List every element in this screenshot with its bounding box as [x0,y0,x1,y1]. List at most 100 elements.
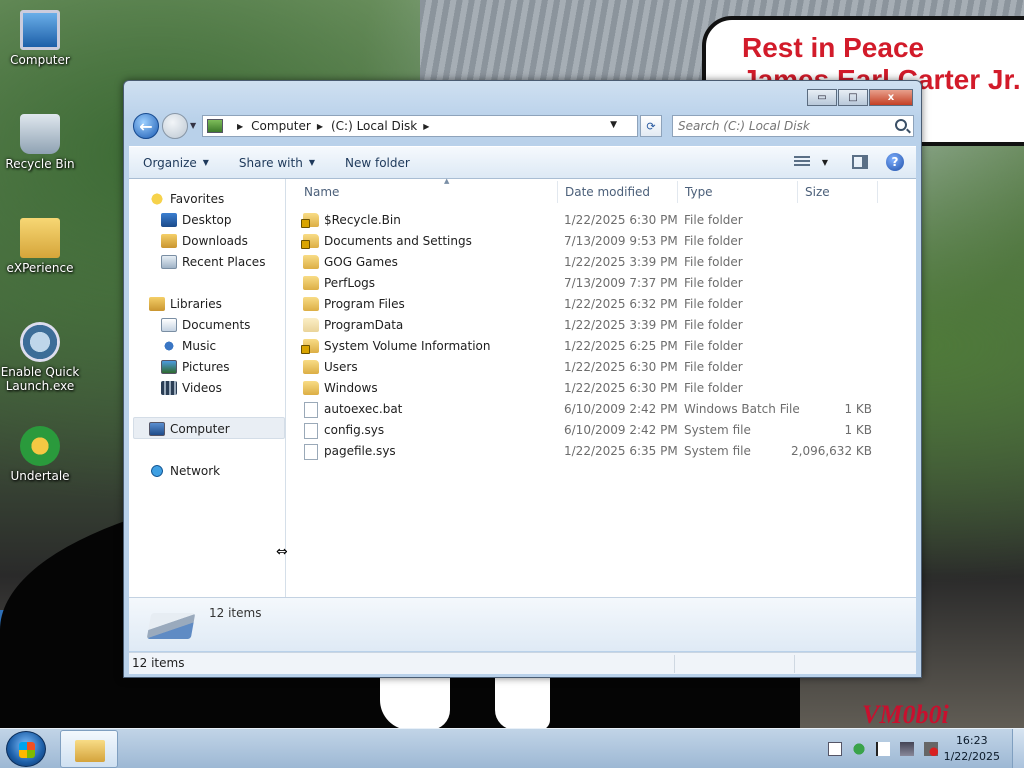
file-name: Documents and Settings [324,234,472,248]
recent-pages-dropdown[interactable]: ▼ [190,121,198,130]
desktop-icon-computer[interactable]: Computer [0,10,80,67]
file-row[interactable]: Windows 1/22/2025 6:30 PM File folder [287,378,916,399]
view-options-icon[interactable] [793,156,810,168]
share-with-button[interactable]: Share with ▼ [239,156,315,170]
explorer-window[interactable]: ▭ □ x ← ▼ ▶ Computer ▶ (C:) Local Disk ▶… [123,80,922,678]
file-row[interactable]: Users 1/22/2025 6:30 PM File folder [287,357,916,378]
refresh-button[interactable]: ⟳ [640,115,662,137]
address-bar[interactable]: ▶ Computer ▶ (C:) Local Disk ▶ ▼ [202,115,638,137]
file-row[interactable]: GOG Games 1/22/2025 3:39 PM File folder [287,252,916,273]
taskbar-explorer-button[interactable] [60,730,118,768]
chevron-down-icon[interactable]: ▼ [822,158,828,167]
clock[interactable]: 16:23 1/22/2025 [944,733,1000,765]
desktop-icon-undertale[interactable]: Undertale [0,426,80,483]
status-separator [794,655,795,673]
nav-item-downloads[interactable]: Downloads [161,231,248,251]
nav-item-label: Documents [182,318,251,332]
file-type: File folder [684,234,743,248]
wallpaper-leg-right [495,678,550,730]
sort-ascending-icon: ▲ [444,177,450,185]
file-size: 1 KB [844,402,872,416]
details-item-count: 12 items [209,606,262,620]
file-row[interactable]: pagefile.sys 1/22/2025 6:35 PM System file… [287,441,916,462]
taskbar: 16:23 1/22/2025 [0,728,1024,768]
column-separator[interactable] [557,181,558,203]
recent-places-icon [161,255,177,269]
details-pane: 12 items [129,597,916,651]
file-row[interactable]: ProgramData 1/22/2025 3:39 PM File folder [287,315,916,336]
help-icon[interactable]: ? [886,153,904,171]
clock-date: 1/22/2025 [943,750,1000,763]
desktop-icon-label: Recycle Bin [5,157,75,171]
file-row[interactable]: Program Files 1/22/2025 6:32 PM File folde… [287,294,916,315]
desktop-icon-experience[interactable]: eXPerience [0,218,80,275]
column-header-size[interactable]: Size [805,179,875,205]
address-dropdown-icon[interactable]: ▼ [610,120,617,130]
clock-time: 16:23 [955,734,988,747]
nav-item-documents[interactable]: Documents [161,315,250,335]
file-row[interactable]: System Volume Information 1/22/2025 6:25 … [287,336,916,357]
action-center-flag-icon[interactable] [876,742,890,756]
chevron-right-icon[interactable]: ▶ [317,122,323,131]
nav-item-network[interactable]: Network [149,461,220,481]
file-row[interactable]: autoexec.bat 6/10/2009 2:42 PM Windows Bat… [287,399,916,420]
new-folder-button[interactable]: New folder [345,156,410,170]
search-input[interactable] [673,116,885,136]
search-icon[interactable] [895,119,907,131]
nav-item-pictures[interactable]: Pictures [161,357,230,377]
preview-pane-icon[interactable] [852,155,868,169]
maximize-button[interactable]: □ [838,89,868,106]
column-header-type[interactable]: Type [685,179,795,205]
column-separator[interactable] [877,181,878,203]
column-header-date[interactable]: Date modified [565,179,675,205]
file-type: File folder [684,318,743,332]
wallpaper-watermark: VM0b0i [862,700,949,729]
nav-item-music[interactable]: Music [161,336,216,356]
desktop-icon-label: Enable Quick Launch.exe [0,365,80,393]
breadcrumb-computer[interactable]: Computer [251,119,311,133]
desktop-icon-enable-quick-launch[interactable]: Enable Quick Launch.exe [0,322,80,393]
file-row[interactable]: Documents and Settings 7/13/2009 9:53 PM F… [287,231,916,252]
nav-item-libraries[interactable]: Libraries [149,294,222,314]
chevron-right-icon[interactable]: ▶ [237,122,243,131]
organize-label: Organize [143,155,197,170]
document-tray-icon[interactable] [828,742,842,756]
forward-button[interactable] [162,113,188,139]
column-header-name[interactable]: ▲ Name [304,177,554,205]
security-shield-icon[interactable] [852,742,866,756]
nav-item-desktop[interactable]: Desktop [161,210,232,230]
star-icon [149,192,165,206]
computer-icon [149,422,165,436]
file-row[interactable]: config.sys 6/10/2009 2:42 PM System file 1 … [287,420,916,441]
volume-muted-icon[interactable] [924,742,938,756]
nav-item-videos[interactable]: Videos [161,378,222,398]
file-row[interactable]: $Recycle.Bin 1/22/2025 6:30 PM File folder [287,210,916,231]
nav-item-label: Desktop [182,213,232,227]
breadcrumb-local-disk[interactable]: (C:) Local Disk [331,119,417,133]
column-separator[interactable] [677,181,678,203]
show-desktop-button[interactable] [1012,729,1024,768]
libraries-icon [149,297,165,311]
file-date-modified: 1/22/2025 6:32 PM [564,297,678,311]
file-row[interactable]: PerfLogs 7/13/2009 7:37 PM File folder [287,273,916,294]
file-size: 2,096,632 KB [791,444,872,458]
file-date-modified: 1/22/2025 6:30 PM [564,381,678,395]
organize-button[interactable]: Organize ▼ [143,156,209,170]
nav-item-computer[interactable]: Computer [149,419,230,439]
column-separator[interactable] [797,181,798,203]
close-button[interactable]: x [869,89,913,106]
network-icon[interactable] [900,742,914,756]
back-button[interactable]: ← [133,113,159,139]
nav-item-recent-places[interactable]: Recent Places [161,252,265,272]
desktop-icon-recycle-bin[interactable]: Recycle Bin [0,114,80,171]
videos-icon [161,381,177,395]
status-separator [674,655,675,673]
search-box[interactable] [672,115,914,137]
start-button[interactable] [6,731,46,767]
wallpaper-sign-line1: Rest in Peace [742,32,925,63]
chevron-right-icon[interactable]: ▶ [423,122,429,131]
file-date-modified: 7/13/2009 7:37 PM [564,276,678,290]
nav-item-favorites[interactable]: Favorites [149,189,224,209]
file-list[interactable]: ▲ Name Date modified Type Size $Recycle.… [287,177,916,597]
minimize-button[interactable]: ▭ [807,89,837,106]
